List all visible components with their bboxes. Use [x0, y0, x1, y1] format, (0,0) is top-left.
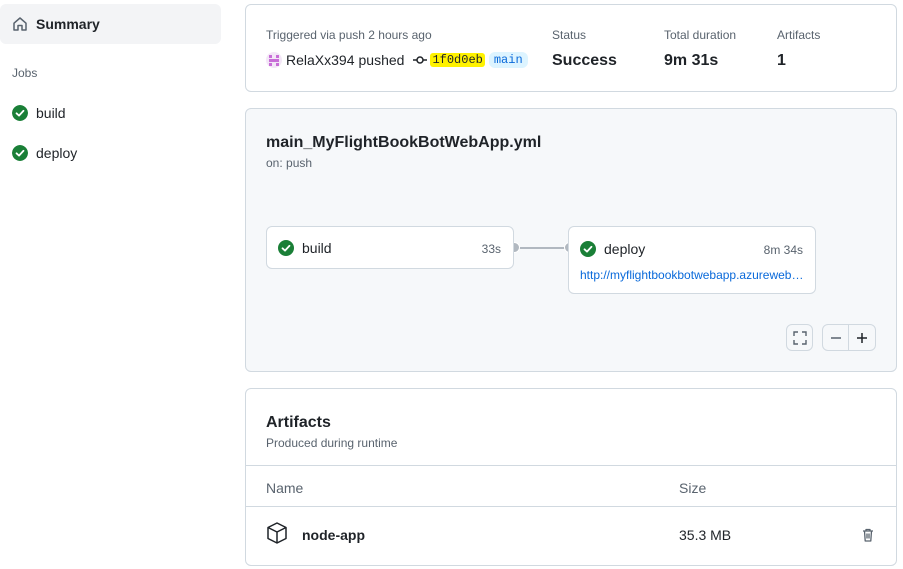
deploy-url-link[interactable]: http://myflightbookbotwebapp.azurewebsit…: [580, 268, 804, 282]
job-label: build: [302, 240, 332, 256]
duration-value: 9m 31s: [664, 52, 719, 69]
artifact-name-link[interactable]: node-app: [302, 527, 365, 543]
trigger-text: Triggered via push 2 hours ago: [266, 28, 432, 42]
home-icon: [13, 17, 27, 31]
plus-icon: [857, 332, 867, 343]
job-label: deploy: [36, 145, 78, 161]
zoom-in-button[interactable]: [848, 324, 876, 351]
trash-icon: [863, 528, 873, 542]
artifacts-table-header: Name Size: [246, 465, 896, 507]
artifacts-count-link[interactable]: 1: [777, 52, 786, 70]
artifact-size: 35.3 MB: [679, 527, 732, 543]
workflow-graph-card: main_MyFlightBookBotWebApp.yml on: push …: [245, 108, 897, 372]
column-header-size: Size: [679, 480, 707, 496]
actor-link[interactable]: RelaXx394: [286, 52, 355, 68]
status-value: Success: [552, 52, 617, 69]
package-icon: [267, 522, 287, 544]
run-summary-card: Triggered via push 2 hours ago RelaXx394…: [245, 4, 897, 92]
jobs-heading: Jobs: [12, 66, 38, 80]
artifacts-title: Artifacts: [266, 414, 331, 431]
minus-icon: [830, 336, 841, 339]
sidebar-item-build[interactable]: build: [0, 97, 221, 129]
fullscreen-icon: [792, 330, 807, 345]
sidebar-item-deploy[interactable]: deploy: [0, 137, 221, 169]
graph-job-deploy[interactable]: deploy 8m 34s http://myflightbookbotweba…: [568, 226, 816, 294]
job-duration: 8m 34s: [763, 243, 803, 257]
check-circle-icon: [12, 105, 28, 121]
check-circle-icon: [278, 240, 294, 256]
job-label: build: [36, 105, 66, 121]
artifacts-subtitle: Produced during runtime: [266, 436, 398, 450]
graph-job-build[interactable]: build 33s: [266, 226, 514, 269]
sidebar-item-label: Summary: [36, 16, 100, 32]
status-label: Status: [552, 28, 587, 42]
artifacts-card: Artifacts Produced during runtime Name S…: [245, 388, 897, 566]
column-header-name: Name: [266, 480, 304, 496]
avatar[interactable]: [266, 52, 282, 68]
check-circle-icon: [12, 145, 28, 161]
artifacts-count-label: Artifacts: [777, 28, 821, 42]
job-duration: 33s: [481, 242, 501, 256]
job-label: deploy: [604, 241, 646, 257]
check-circle-icon: [580, 241, 596, 257]
branch-badge[interactable]: main: [488, 52, 528, 68]
workflow-file-name: main_MyFlightBookBotWebApp.yml: [266, 134, 542, 151]
fullscreen-button[interactable]: [786, 324, 813, 351]
table-row: node-app 35.3 MB: [246, 507, 896, 563]
job-connector: [514, 247, 569, 249]
zoom-out-button[interactable]: [822, 324, 849, 351]
duration-label: Total duration: [664, 28, 737, 42]
sidebar-item-summary[interactable]: Summary: [0, 4, 221, 44]
delete-artifact-button[interactable]: [858, 525, 878, 545]
workflow-event: on: push: [266, 156, 313, 170]
commit-sha-link[interactable]: 1f0d0eb: [430, 53, 485, 67]
git-commit-icon: [413, 56, 428, 64]
pushed-text: pushed: [358, 52, 405, 68]
